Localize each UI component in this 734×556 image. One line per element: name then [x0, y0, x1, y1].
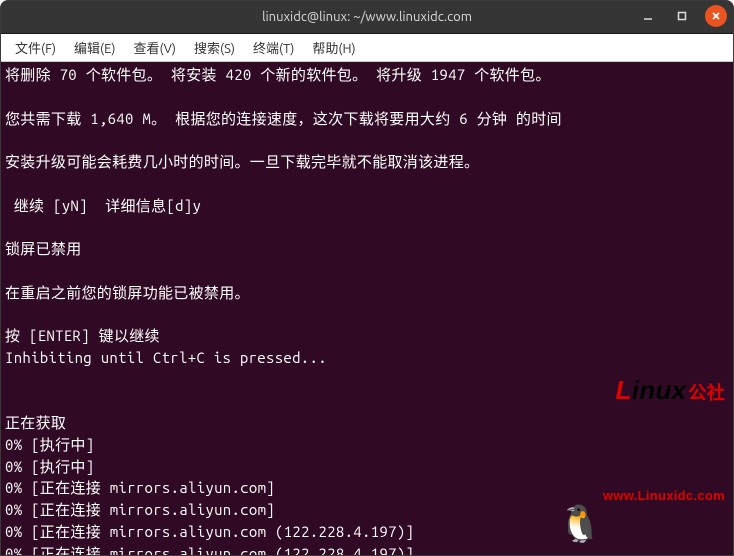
- menu-help[interactable]: 帮助(H): [304, 35, 363, 60]
- terminal-line: [5, 303, 729, 325]
- close-button[interactable]: [705, 5, 727, 27]
- menu-edit[interactable]: 编辑(E): [66, 35, 123, 60]
- terminal-line: [5, 390, 729, 412]
- terminal-window: linuxidc@linux: ~/www.linuxidc.com 文件(F)…: [0, 0, 734, 556]
- terminal-line: [5, 216, 729, 238]
- window-controls: [637, 5, 727, 27]
- terminal-line: 0% [正在连接 mirrors.aliyun.com]: [5, 499, 729, 521]
- menu-file[interactable]: 文件(F): [7, 35, 64, 60]
- maximize-button[interactable]: [671, 5, 693, 27]
- menubar: 文件(F) 编辑(E) 查看(V) 搜索(S) 终端(T) 帮助(H): [1, 34, 733, 62]
- terminal-line: [5, 129, 729, 151]
- terminal-line: 安装升级可能会耗费几小时的时间。一旦下载完毕就不能取消该进程。: [5, 151, 729, 173]
- terminal-line: 正在获取: [5, 412, 729, 434]
- terminal-line: 0% [执行中]: [5, 456, 729, 478]
- titlebar: linuxidc@linux: ~/www.linuxidc.com: [1, 1, 733, 34]
- terminal-output[interactable]: 将删除 70 个软件包。 将安装 420 个新的软件包。 将升级 1947 个软…: [1, 62, 733, 555]
- terminal-line: [5, 173, 729, 195]
- minimize-button[interactable]: [637, 5, 659, 27]
- window-title: linuxidc@linux: ~/www.linuxidc.com: [262, 10, 472, 24]
- terminal-line: 0% [执行中]: [5, 434, 729, 456]
- terminal-line: Inhibiting until Ctrl+C is pressed...: [5, 347, 729, 369]
- terminal-line: 按 [ENTER] 键以继续: [5, 325, 729, 347]
- menu-search[interactable]: 搜索(S): [186, 35, 243, 60]
- menu-terminal[interactable]: 终端(T): [245, 35, 302, 60]
- terminal-line: 0% [正在连接 mirrors.aliyun.com (122.228.4.1…: [5, 521, 729, 543]
- terminal-line: [5, 260, 729, 282]
- terminal-line: 0% [正在连接 mirrors.aliyun.com (122.228.4.1…: [5, 543, 729, 556]
- terminal-line: 在重启之前您的锁屏功能已被禁用。: [5, 282, 729, 304]
- terminal-line: 您共需下载 1,640 M。 根据您的连接速度，这次下载将要用大约 6 分钟 的…: [5, 108, 729, 130]
- terminal-line: 将删除 70 个软件包。 将安装 420 个新的软件包。 将升级 1947 个软…: [5, 64, 729, 86]
- terminal-line: 0% [正在连接 mirrors.aliyun.com]: [5, 477, 729, 499]
- terminal-line: [5, 86, 729, 108]
- terminal-line: 继续 [yN] 详细信息[d]y: [5, 195, 729, 217]
- menu-view[interactable]: 查看(V): [126, 35, 184, 60]
- terminal-line: 锁屏已禁用: [5, 238, 729, 260]
- terminal-line: [5, 369, 729, 391]
